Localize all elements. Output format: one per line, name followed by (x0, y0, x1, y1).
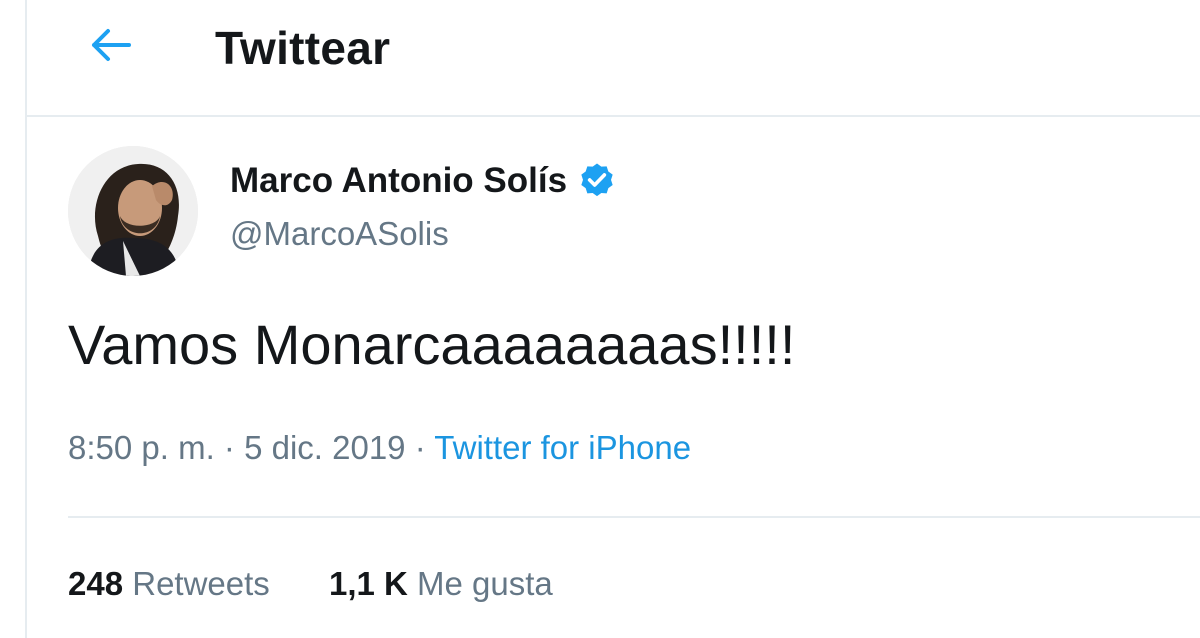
likes-stat[interactable]: 1,1 K Me gusta (329, 562, 553, 606)
divider (68, 516, 1200, 518)
likes-count: 1,1 K (328, 565, 408, 602)
meta-separator: · (214, 429, 245, 466)
author-handle[interactable]: @MarcoASolis (230, 214, 449, 254)
retweets-label: Retweets (132, 565, 270, 602)
retweets-stat[interactable]: 248 Retweets (68, 562, 270, 606)
tweet-date[interactable]: 5 dic. 2019 (244, 429, 405, 466)
tweet-stats: 248 Retweets 1,1 K Me gusta (68, 562, 603, 606)
tweet-time[interactable]: 8:50 p. m. (68, 429, 215, 466)
author-name-row[interactable]: Marco Antonio Solís (230, 160, 617, 202)
tweet-text: Vamos Monarcaaaaaaaas!!!!! (68, 313, 796, 376)
avatar[interactable] (68, 146, 198, 276)
tweet-source-link[interactable]: Twitter for iPhone (434, 429, 691, 466)
author-display-name[interactable]: Marco Antonio Solís (230, 160, 567, 202)
page-title: Twittear (215, 22, 391, 74)
avatar-image (68, 146, 198, 276)
likes-label: Me gusta (417, 565, 553, 602)
arrow-left-icon (92, 29, 131, 61)
meta-separator: · (405, 429, 435, 466)
tweet-metadata: 8:50 p. m. · 5 dic. 2019 · Twitter for i… (68, 426, 691, 470)
back-button[interactable] (85, 20, 135, 70)
retweets-count: 248 (68, 565, 124, 602)
verified-badge-icon (581, 163, 613, 197)
page-header: Twittear (27, 0, 1200, 117)
